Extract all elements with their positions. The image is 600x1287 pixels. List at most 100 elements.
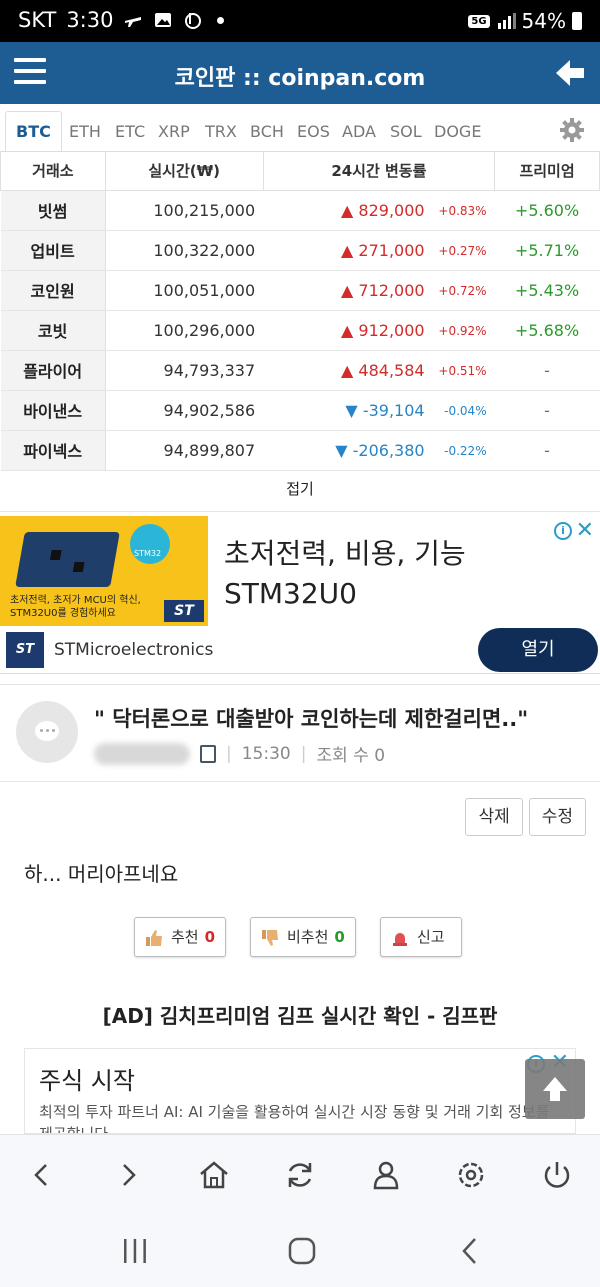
tab-eos[interactable]: EOS: [297, 112, 330, 152]
refresh-icon[interactable]: [282, 1157, 318, 1193]
butterfly-badge-icon: STM32: [130, 524, 170, 564]
down-triangle-icon: ▼: [335, 440, 348, 460]
back-arrow-icon[interactable]: [554, 58, 586, 88]
exchange-name[interactable]: 파이넥스: [0, 430, 106, 471]
tab-eth[interactable]: ETH: [69, 112, 101, 152]
edit-button[interactable]: 수정: [528, 798, 586, 836]
ad-image-text: 초저전력, 초저가 MCU의 혁신, STM32U0를 경험하세요: [10, 594, 141, 620]
document-icon[interactable]: [200, 744, 216, 763]
table-row[interactable]: 업비트 100,322,000 ▲ 271,000 +0.27% +5.71%: [0, 230, 600, 271]
exchange-name[interactable]: 빗썸: [0, 190, 106, 231]
ad-open-button[interactable]: 열기: [478, 628, 598, 672]
profile-icon[interactable]: [368, 1157, 404, 1193]
not-recommend-count: 0: [334, 928, 345, 946]
change-value: ▼ -206,380: [335, 441, 424, 460]
text-ad[interactable]: 주식 시작 최적의 투자 파트너 AI: AI 기술을 활용하여 실시간 시장 …: [24, 1048, 576, 1134]
up-triangle-icon: ▲: [341, 280, 354, 300]
recommend-count: 0: [204, 928, 216, 946]
home-icon[interactable]: [196, 1157, 232, 1193]
premium-cell: +5.68%: [494, 310, 600, 351]
report-button[interactable]: 신고: [380, 917, 462, 957]
ad-link-title[interactable]: [AD] 김치프리미엄 김프 실시간 확인 - 김프판: [0, 1000, 600, 1029]
coin-tabs: BTC ETH ETC XRP TRX BCH EOS ADA SOL DOGE: [0, 104, 600, 152]
table-row[interactable]: 빗썸 100,215,000 ▲ 829,000 +0.83% +5.60%: [0, 190, 600, 231]
system-back-icon[interactable]: [455, 1236, 485, 1266]
clock: 3:30: [66, 8, 114, 32]
change-percent: +0.51%: [438, 363, 487, 378]
change-amount: 912,000: [358, 320, 425, 340]
ad-headline-line2: STM32U0: [224, 577, 357, 610]
tab-sol[interactable]: SOL: [390, 112, 422, 152]
browser-toolbar: [0, 1134, 600, 1214]
thumbs-up-icon: [146, 929, 162, 946]
table-row[interactable]: 코인원 100,051,000 ▲ 712,000 +0.72% +5.43%: [0, 270, 600, 311]
recommend-button[interactable]: 추천 0: [134, 917, 227, 957]
change-value: ▲ 712,000: [341, 281, 425, 300]
post-actions: 삭제 수정: [465, 798, 586, 836]
up-triangle-icon: ▲: [341, 360, 354, 380]
recommend-label: 추천: [171, 928, 199, 946]
settings-icon[interactable]: [453, 1157, 489, 1193]
change-value: ▲ 271,000: [341, 241, 425, 260]
speech-bubble-icon: [35, 721, 59, 741]
exchange-name[interactable]: 업비트: [0, 230, 106, 271]
change-percent: -0.04%: [444, 403, 487, 418]
premium-cell: -: [494, 430, 600, 471]
change-amount: 484,584: [358, 360, 425, 380]
fold-button[interactable]: 접기: [0, 466, 600, 512]
up-triangle-icon: ▲: [341, 240, 354, 260]
tab-trx[interactable]: TRX: [205, 112, 237, 152]
delete-button[interactable]: 삭제: [465, 798, 523, 836]
carrier: SKT: [18, 8, 57, 32]
browser-back-icon[interactable]: [24, 1157, 60, 1193]
advertiser-name[interactable]: STMicroelectronics: [54, 640, 213, 660]
exchange-name[interactable]: 바이낸스: [0, 390, 106, 431]
browser-forward-icon[interactable]: [110, 1157, 146, 1193]
ad-close-icon[interactable]: ✕: [576, 518, 594, 543]
tab-xrp[interactable]: XRP: [158, 112, 190, 152]
not-recommend-button[interactable]: 비추천 0: [250, 917, 356, 957]
tab-ada[interactable]: ADA: [342, 112, 376, 152]
table-row[interactable]: 플라이어 94,793,337 ▲ 484,584 +0.51% -: [0, 350, 600, 391]
exchange-name[interactable]: 코빗: [0, 310, 106, 351]
ad-image[interactable]: STM32 초저전력, 초저가 MCU의 혁신, STM32U0를 경험하세요 …: [0, 516, 208, 626]
battery-percent: 54%: [521, 9, 566, 33]
advertiser-logo: ST: [6, 632, 44, 668]
change-cell: ▲ 829,000 +0.83%: [263, 190, 495, 231]
tab-bch[interactable]: BCH: [250, 112, 284, 152]
tab-btc[interactable]: BTC: [5, 111, 62, 151]
banner-ad[interactable]: STM32 초저전력, 초저가 MCU의 혁신, STM32U0를 경험하세요 …: [0, 516, 600, 674]
table-row[interactable]: 코빗 100,296,000 ▲ 912,000 +0.92% +5.68%: [0, 310, 600, 351]
gallery-notification-icon: [155, 13, 172, 27]
change-percent: +0.72%: [438, 283, 487, 298]
header-price: 실시간(₩): [104, 152, 264, 191]
scroll-to-top-button[interactable]: [525, 1059, 585, 1119]
settings-gear-icon[interactable]: [560, 118, 584, 142]
premium-cell: -: [494, 390, 600, 431]
tab-doge[interactable]: DOGE: [434, 112, 481, 152]
tab-etc[interactable]: ETC: [115, 112, 145, 152]
avatar[interactable]: [16, 701, 78, 763]
exchange-name[interactable]: 코인원: [0, 270, 106, 311]
recent-apps-icon[interactable]: [120, 1236, 150, 1266]
change-amount: 829,000: [358, 200, 425, 220]
power-icon[interactable]: [539, 1157, 575, 1193]
site-title[interactable]: 코인판 :: coinpan.com: [0, 60, 600, 92]
table-row[interactable]: 파이넥스 94,899,807 ▼ -206,380 -0.22% -: [0, 430, 600, 471]
table-row[interactable]: 바이낸스 94,902,586 ▼ -39,104 -0.04% -: [0, 390, 600, 431]
circuit-board-illustration: [15, 532, 120, 587]
post-title: " 닥터론으로 대출받아 코인하는데 제한걸리면..": [94, 707, 529, 731]
premium-cell: +5.60%: [494, 190, 600, 231]
table-body: 빗썸 100,215,000 ▲ 829,000 +0.83% +5.60% 업비트 100…: [0, 190, 600, 471]
price-cell: 94,899,807: [105, 430, 264, 471]
price-cell: 100,051,000: [105, 270, 264, 311]
author-name-redacted[interactable]: [94, 742, 190, 765]
text-ad-description: 최적의 투자 파트너 AI: AI 기술을 활용하여 실시간 시장 동향 및 거…: [39, 1103, 550, 1134]
ad-headline[interactable]: 초저전력, 비용, 기능 STM32U0: [224, 534, 466, 614]
price-cell: 100,322,000: [105, 230, 264, 271]
change-value: ▲ 829,000: [341, 201, 425, 220]
home-button-icon[interactable]: [287, 1236, 317, 1266]
ad-info-icon[interactable]: i: [554, 522, 572, 540]
up-arrow-icon: [543, 1077, 567, 1101]
exchange-name[interactable]: 플라이어: [0, 350, 106, 391]
